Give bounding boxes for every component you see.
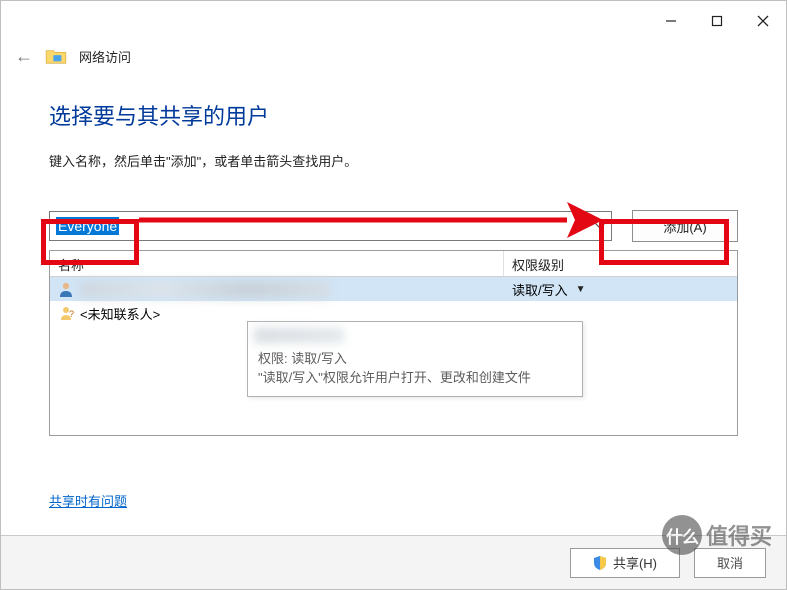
titlebar [1, 1, 786, 41]
input-row: Everyone 添加(A) [49, 210, 738, 242]
dialog-window: ← 网络访问 选择要与其共享的用户 键入名称，然后单击"添加"，或者单击箭头查找… [0, 0, 787, 590]
minimize-button[interactable] [648, 5, 694, 37]
redacted-username [80, 281, 330, 298]
permission-value: 读取/写入 [512, 280, 568, 299]
column-header-permission[interactable]: 权限级别 [504, 251, 737, 276]
maximize-button[interactable] [694, 5, 740, 37]
dropdown-toggle[interactable] [589, 212, 611, 240]
breadcrumb-row: ← 网络访问 [1, 41, 786, 71]
shield-icon [593, 556, 607, 570]
column-header-name[interactable]: 名称 [50, 251, 504, 276]
table-body: 读取/写入 ▼ ? <未知联系人> [50, 277, 737, 325]
permission-tooltip: 权限: 读取/写入 "读取/写入"权限允许用户打开、更改和创建文件 [247, 321, 583, 397]
dialog-title: 网络访问 [79, 47, 131, 66]
tooltip-perm-label: 权限: [258, 351, 291, 366]
page-heading: 选择要与其共享的用户 [49, 99, 738, 131]
share-button-label: 共享(H) [613, 553, 657, 572]
back-arrow-icon[interactable]: ← [15, 46, 33, 67]
svg-text:?: ? [69, 309, 74, 319]
tooltip-description: "读取/写入"权限允许用户打开、更改和创建文件 [258, 368, 572, 388]
name-combobox[interactable]: Everyone [49, 211, 612, 241]
unknown-contact-icon: ? [58, 305, 74, 321]
contact-name: <未知联系人> [80, 304, 160, 323]
add-button[interactable]: 添加(A) [632, 210, 738, 242]
table-row[interactable]: 读取/写入 ▼ [50, 277, 737, 301]
sharing-help-link[interactable]: 共享时有问题 [49, 491, 127, 510]
watermark: 什么 值得买 [662, 515, 772, 555]
tooltip-perm-value: 读取/写入 [291, 351, 347, 366]
user-icon [58, 281, 74, 297]
chevron-down-icon[interactable]: ▼ [576, 284, 586, 295]
network-folder-icon [45, 47, 67, 65]
close-button[interactable] [740, 5, 786, 37]
redacted-tooltip-name [254, 328, 344, 343]
table-header: 名称 权限级别 [50, 251, 737, 277]
instruction-text: 键入名称，然后单击"添加"，或者单击箭头查找用户。 [49, 151, 738, 170]
